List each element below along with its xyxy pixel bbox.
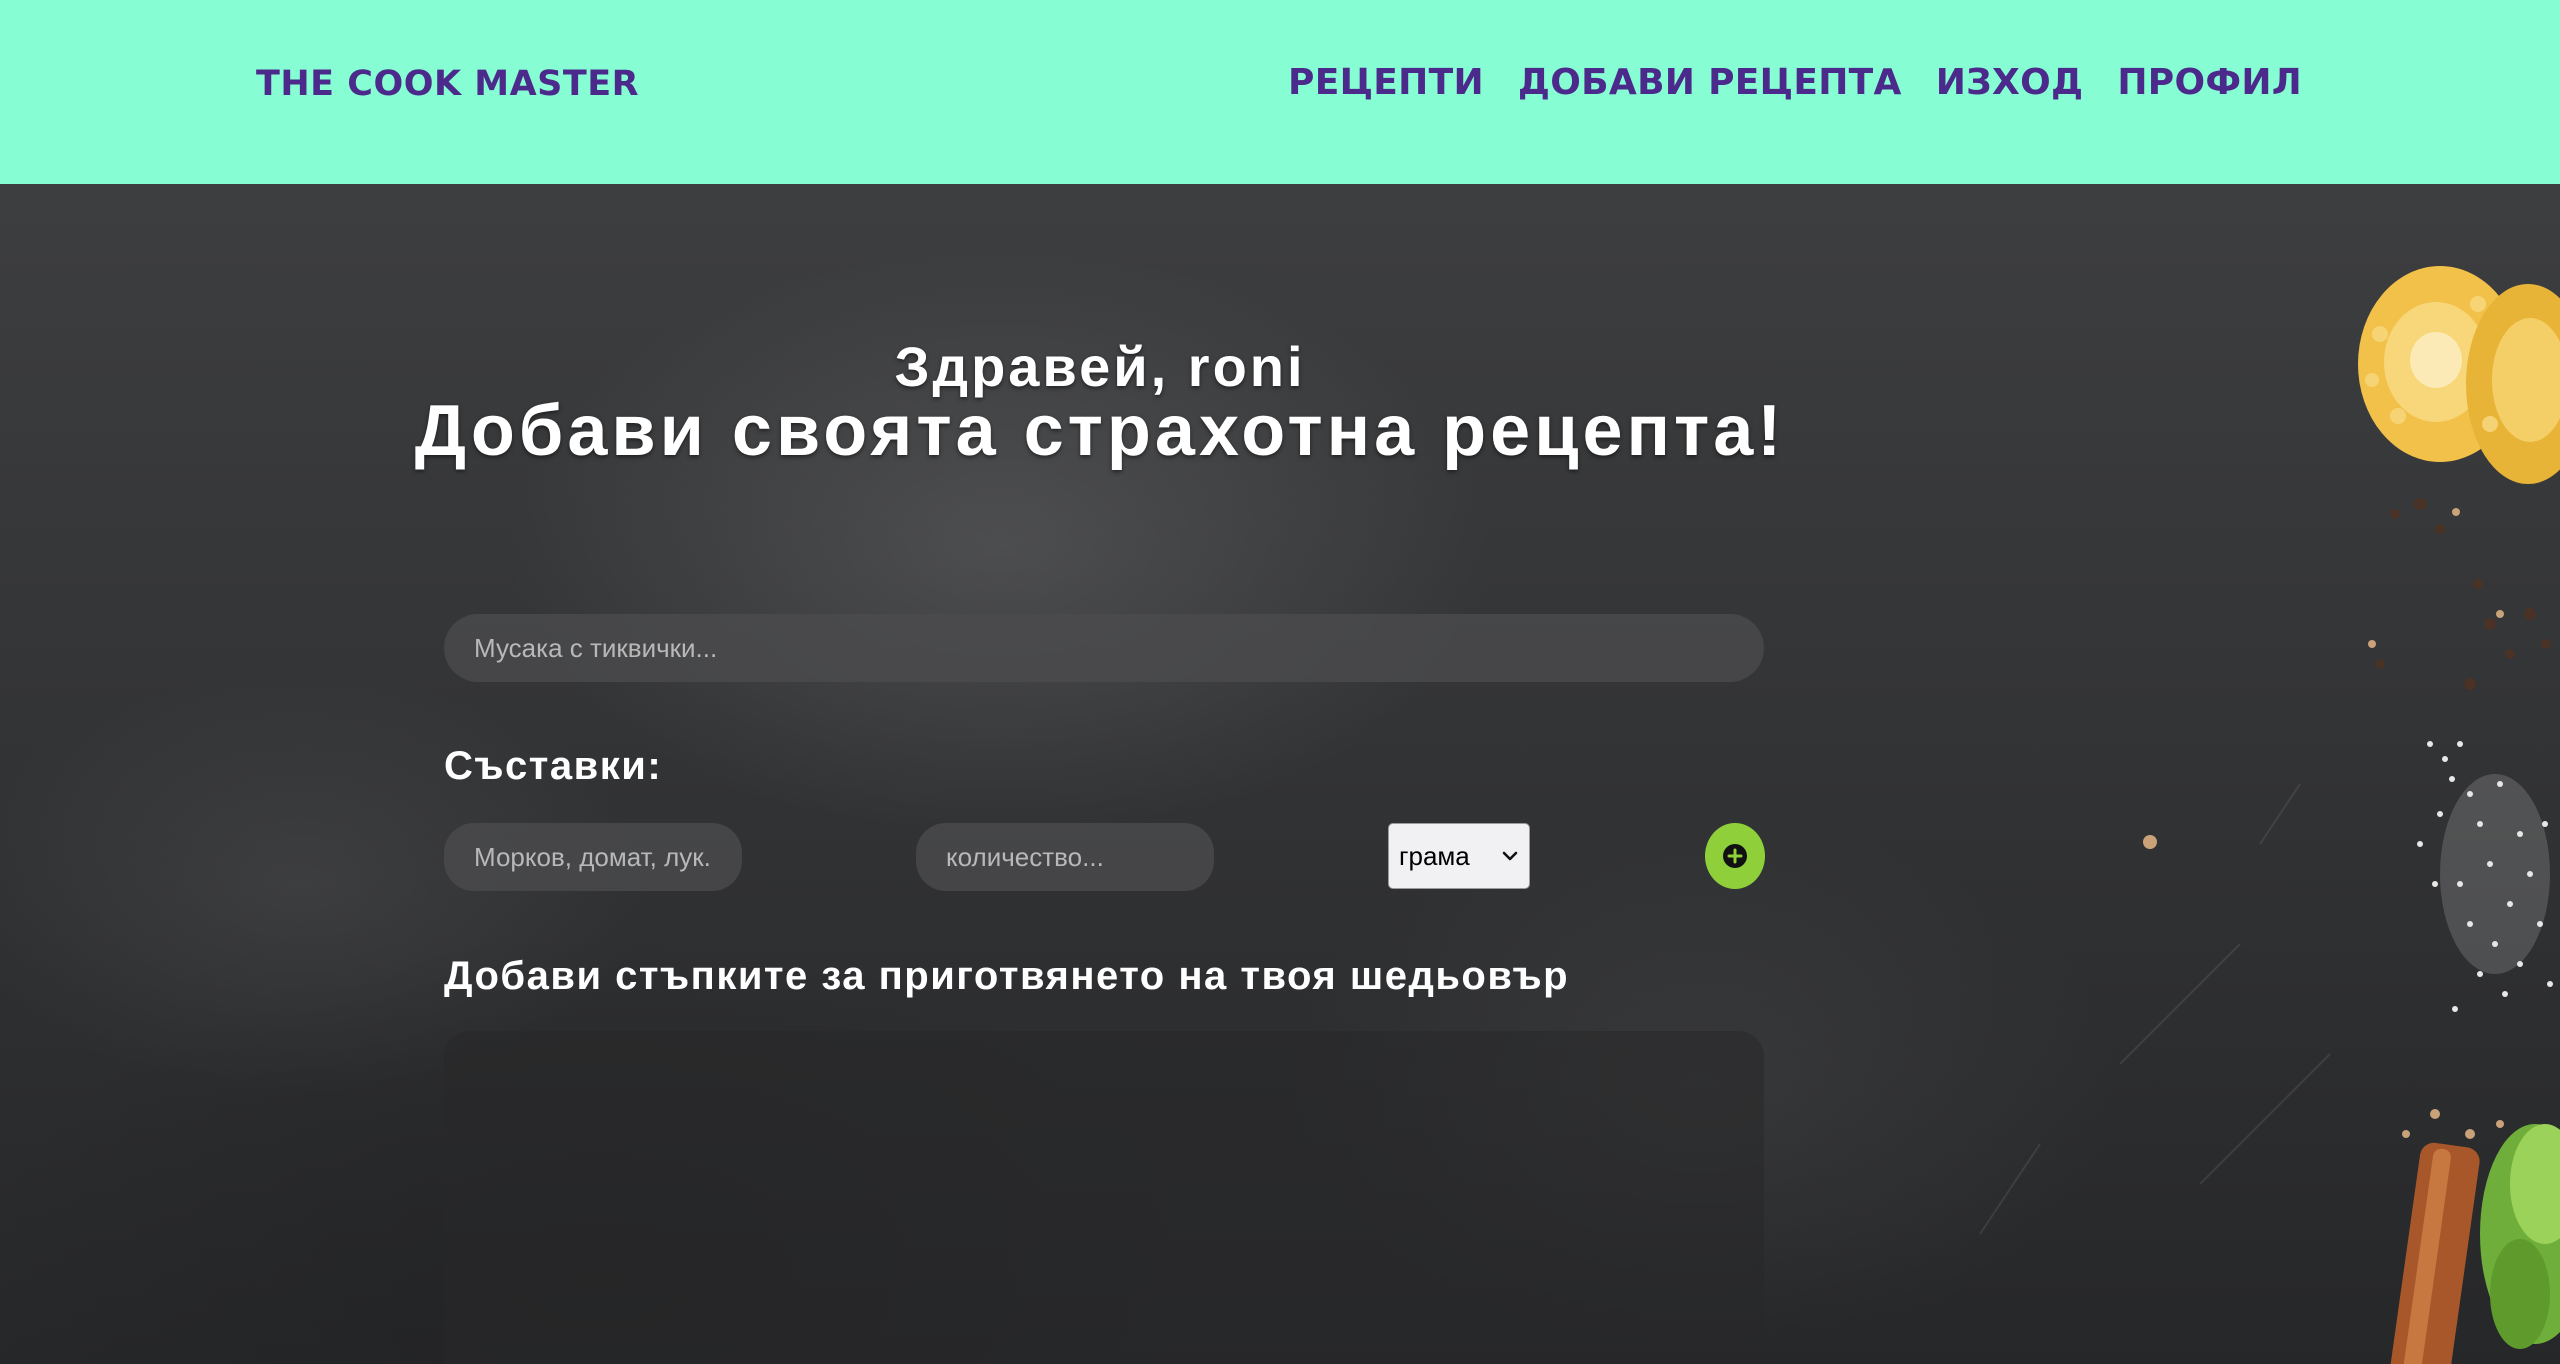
brand-logo-link[interactable]: THE COOK MASTER: [256, 64, 639, 104]
unit-select-value: грама: [1399, 840, 1470, 871]
chevron-down-icon: [1502, 851, 1518, 861]
plus-circle-icon: [1723, 844, 1747, 868]
utensil-image: [2390, 1142, 2480, 1364]
unit-select[interactable]: грама: [1388, 823, 1530, 889]
steps-heading: Добави стъпките за приготвянето на твоя …: [444, 954, 1570, 998]
nav-link-logout[interactable]: ИЗХОД: [1936, 62, 2084, 103]
steps-textarea[interactable]: [444, 1031, 1764, 1364]
ingredient-quantity-input[interactable]: [916, 823, 1214, 891]
add-ingredient-button[interactable]: [1705, 823, 1765, 889]
ingredients-heading: Съставки:: [444, 744, 663, 788]
lettuce-image: [2480, 1124, 2560, 1349]
page-title: Добави своята страхотна рецепта!: [414, 391, 1786, 471]
recipe-name-input[interactable]: [444, 614, 1764, 682]
ingredient-name-input[interactable]: [444, 823, 742, 891]
nav-link-recipes[interactable]: РЕЦЕПТИ: [1288, 62, 1484, 103]
nav-link-profile[interactable]: ПРОФИЛ: [2117, 62, 2302, 103]
main-nav: РЕЦЕПТИ ДОБАВИ РЕЦЕПТА ИЗХОД ПРОФИЛ: [1288, 62, 2302, 103]
top-navbar: THE COOK MASTER РЕЦЕПТИ ДОБАВИ РЕЦЕПТА И…: [0, 0, 2560, 184]
nav-link-add-recipe[interactable]: ДОБАВИ РЕЦЕПТА: [1518, 62, 1902, 103]
corn-image: [2358, 266, 2560, 484]
